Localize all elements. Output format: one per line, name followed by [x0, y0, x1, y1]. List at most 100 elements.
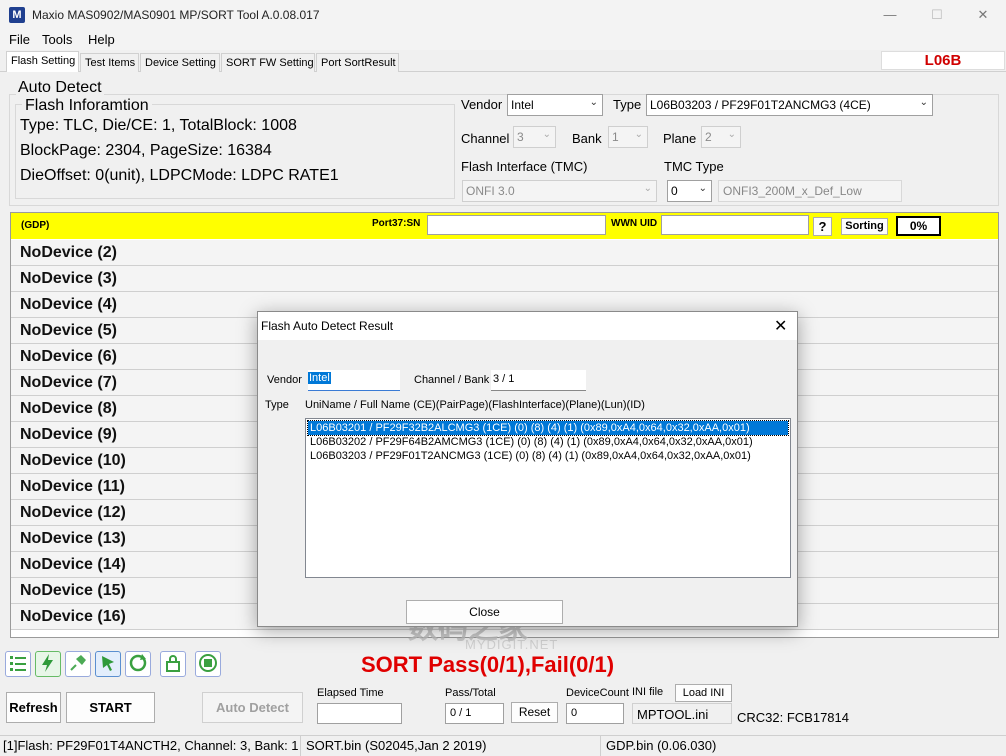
lightning-icon[interactable] — [35, 651, 61, 677]
type-label: Type — [613, 97, 642, 112]
wwn-field[interactable] — [661, 215, 809, 235]
tmc-mode-field[interactable]: ONFI3_200M_x_Def_Low — [718, 180, 902, 202]
flash-info-title: Flash Inforamtion — [22, 97, 152, 115]
tab-test-items[interactable]: Test Items — [80, 53, 139, 72]
ini-file-label: INI file — [632, 686, 664, 698]
dialog-vendor-value: Intel — [308, 372, 331, 384]
sort-result-text: SORT Pass(0/1),Fail(0/1) — [361, 652, 615, 677]
list-item[interactable]: L06B03202 / PF29F64B2AMCMG3 (1CE) (0) (8… — [308, 435, 788, 449]
flash-info-line: BlockPage: 2304, PageSize: 16384 — [20, 142, 272, 159]
chevron-down-icon: ⌄ — [698, 183, 707, 194]
flash-info-line: Type: TLC, Die/CE: 1, TotalBlock: 1008 — [20, 117, 297, 134]
device-row[interactable]: NoDevice (3) — [11, 266, 998, 292]
gdp-label: (GDP) — [21, 220, 50, 231]
start-button[interactable]: START — [66, 692, 155, 723]
flash-info-line: DieOffset: 0(unit), LDPCMode: LDPC RATE1 — [20, 167, 339, 184]
bank-select[interactable]: 1 ⌄ — [608, 126, 648, 148]
elapsed-label: Elapsed Time — [317, 687, 384, 699]
tab-device-setting[interactable]: Device Setting — [140, 53, 220, 72]
dialog-channel-bank-label: Channel / Bank — [414, 374, 490, 386]
type-select[interactable]: L06B03203 / PF29F01T2ANCMG3 (4CE) ⌄ — [646, 94, 933, 116]
tab-flash-setting[interactable]: Flash Setting — [6, 51, 79, 72]
pin-icon[interactable] — [65, 651, 91, 677]
pass-total-field: 0 / 1 — [445, 703, 504, 724]
flash-interface-value: ONFI 3.0 — [466, 184, 515, 198]
device-count-label: DeviceCount — [566, 687, 629, 699]
load-ini-button[interactable]: Load INI — [675, 684, 732, 702]
auto-detect-title: Auto Detect — [16, 79, 104, 97]
tmc-type-select[interactable]: 0 ⌄ — [667, 180, 712, 202]
vendor-value: Intel — [511, 98, 534, 112]
chevron-down-icon: ⌄ — [542, 129, 551, 140]
flash-type-listbox[interactable]: L06B03201 / PF29F32B2ALCMG3 (1CE) (0) (8… — [305, 418, 791, 578]
type-value: L06B03203 / PF29F01T2ANCMG3 (4CE) — [650, 98, 871, 112]
refresh-button[interactable]: Refresh — [6, 692, 61, 723]
minimize-button[interactable]: — — [867, 0, 913, 30]
bank-value: 1 — [612, 130, 619, 144]
sorting-button[interactable]: Sorting — [841, 218, 888, 235]
status-sort-bin: SORT.bin (S02045,Jan 2 2019) — [306, 738, 487, 753]
close-window-button[interactable]: ✕ — [960, 0, 1006, 30]
maximize-button[interactable]: ☐ — [914, 0, 960, 30]
dialog-channel-bank-field[interactable]: 3 / 1 — [491, 370, 586, 391]
refresh-cycle-icon[interactable] — [125, 651, 151, 677]
crc-text: CRC32: FCB17814 — [737, 710, 849, 725]
dialog-type-label: Type — [265, 399, 289, 411]
device-row[interactable]: NoDevice (2) — [11, 240, 998, 266]
list-item[interactable]: L06B03203 / PF29F01T2ANCMG3 (1CE) (0) (8… — [308, 449, 788, 463]
status-separator — [300, 736, 301, 756]
device-count-field: 0 — [566, 703, 624, 724]
tmc-type-value: 0 — [671, 184, 678, 198]
cursor-icon[interactable] — [95, 651, 121, 677]
reset-button[interactable]: Reset — [511, 702, 558, 723]
chevron-down-icon: ⌄ — [643, 183, 652, 194]
list-icon[interactable] — [5, 651, 31, 677]
app-icon: M — [9, 7, 25, 23]
auto-detect-result-dialog: Flash Auto Detect Result ✕ Vendor Intel … — [257, 311, 798, 627]
chevron-down-icon: ⌄ — [589, 97, 598, 108]
pass-total-label: Pass/Total — [445, 687, 496, 699]
menu-file[interactable]: File — [9, 32, 30, 47]
dialog-vendor-field[interactable]: Intel — [308, 370, 400, 391]
list-item[interactable]: L06B03201 / PF29F32B2ALCMG3 (1CE) (0) (8… — [307, 420, 789, 436]
plane-value: 2 — [705, 130, 712, 144]
sn-field[interactable] — [427, 215, 606, 235]
wwn-label: WWN UID — [611, 218, 658, 229]
dialog-vendor-label: Vendor — [267, 374, 302, 386]
elapsed-field — [317, 703, 402, 724]
chevron-down-icon: ⌄ — [727, 129, 736, 140]
menu-tools[interactable]: Tools — [42, 32, 72, 47]
status-gdp-bin: GDP.bin (0.06.030) — [606, 738, 717, 753]
plane-select[interactable]: 2 ⌄ — [701, 126, 741, 148]
dialog-columns-header: UniName / Full Name (CE)(PairPage)(Flash… — [305, 399, 645, 411]
channel-value: 3 — [517, 130, 524, 144]
channel-label: Channel — [461, 131, 510, 146]
progress-box: 0% — [896, 216, 941, 236]
dialog-title: Flash Auto Detect Result — [261, 319, 394, 333]
bank-label: Bank — [572, 131, 602, 146]
flash-interface-select[interactable]: ONFI 3.0 ⌄ — [462, 180, 657, 202]
tab-port-sortresult[interactable]: Port SortResult — [316, 53, 399, 72]
vendor-select[interactable]: Intel ⌄ — [507, 94, 603, 116]
dialog-close-button[interactable]: Close — [406, 600, 563, 624]
close-icon[interactable]: ✕ — [774, 316, 787, 336]
chevron-down-icon: ⌄ — [919, 97, 928, 108]
auto-detect-button[interactable]: Auto Detect — [202, 692, 303, 723]
tmc-type-label: TMC Type — [664, 159, 724, 174]
status-flash: [1]Flash: PF29F01T4ANCTH2, Channel: 3, B… — [3, 738, 299, 753]
help-button[interactable]: ? — [813, 217, 832, 236]
ini-file-field: MPTOOL.ini — [632, 703, 732, 724]
lock-icon[interactable] — [160, 651, 186, 677]
menu-help[interactable]: Help — [88, 32, 115, 47]
flash-interface-label: Flash Interface (TMC) — [461, 159, 588, 174]
model-code-badge: L06B — [881, 51, 1005, 70]
plane-label: Plane — [663, 131, 697, 146]
window-title: Maxio MAS0902/MAS0901 MP/SORT Tool A.0.0… — [32, 8, 320, 22]
stop-icon[interactable] — [195, 651, 221, 677]
sn-label: Port37:SN — [372, 218, 421, 229]
status-separator — [600, 736, 601, 756]
vendor-label: Vendor — [461, 97, 503, 112]
tab-sort-fw-setting[interactable]: SORT FW Setting — [221, 53, 315, 72]
channel-select[interactable]: 3 ⌄ — [513, 126, 556, 148]
menu-bar — [0, 30, 1006, 50]
